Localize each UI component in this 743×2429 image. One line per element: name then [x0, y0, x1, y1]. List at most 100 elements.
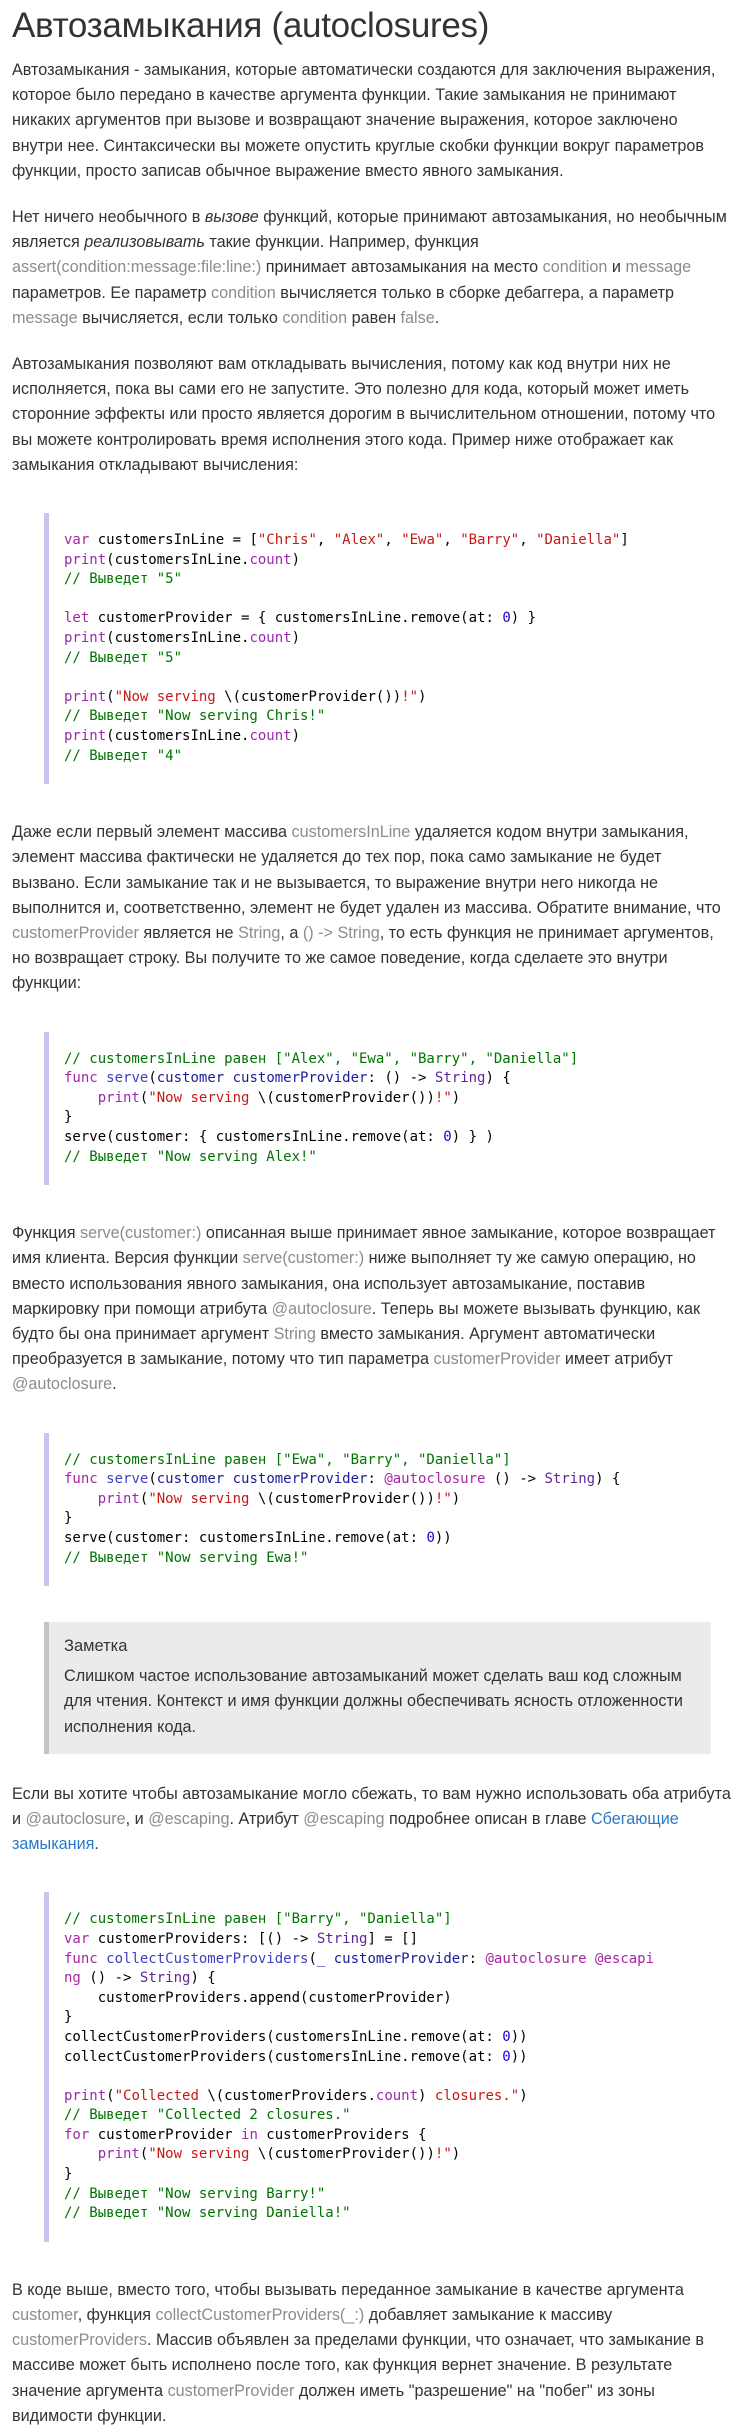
code-token: )	[291, 551, 301, 568]
inline-code: condition	[210, 283, 276, 302]
inline-code: String	[273, 1324, 316, 1343]
code-line: var customersInLine = ["Chris", "Alex", …	[64, 532, 629, 548]
code-token: func	[64, 1950, 98, 1967]
code-token: in	[241, 2126, 258, 2143]
code-token: ))	[510, 2028, 528, 2045]
note-wrapper: Заметка Слишком частое использование авт…	[12, 1622, 731, 1754]
code-token: count	[249, 630, 292, 647]
code-token: )	[451, 1490, 461, 1507]
code-line: print("Now serving \(customerProvider())…	[64, 1090, 460, 1106]
code-token: !"	[434, 1490, 452, 1507]
code-token: ))	[434, 1529, 452, 1546]
code-line: print("Collected \(customerProviders.cou…	[64, 2088, 528, 2104]
code-token: count	[249, 551, 292, 568]
inline-code: String	[238, 923, 281, 942]
code-block-3-wrapper: // customersInLine равен ["Ewa", "Barry"…	[12, 1419, 731, 1603]
code-token: // Выведет "Now serving Ewa!"	[64, 1549, 309, 1566]
inline-code: customerProvider	[12, 923, 139, 942]
inline-code: customerProvider	[167, 2381, 295, 2400]
code-token: ,	[519, 532, 537, 549]
code-token: _ customerProvider	[316, 1950, 469, 1967]
code-token: count	[375, 2087, 419, 2104]
code-token: (	[148, 1070, 157, 1087]
code-token: "Now serving	[148, 1490, 258, 1507]
code-token: 0	[443, 1128, 452, 1145]
code-token: var	[64, 532, 90, 549]
code-token: print	[64, 2087, 107, 2104]
paragraph-autoclosure-attr: Функция serve(customer:) описанная выше …	[12, 1224, 716, 1394]
inline-code: serve(customer:)	[242, 1249, 365, 1268]
inline-code: @escaping	[148, 1809, 230, 1828]
code-line: // Выведет "Now serving Daniella!"	[64, 2205, 351, 2221]
code-token: collectCustomerProviders(customersInLine…	[64, 2048, 503, 2065]
code-token: customerProviders {	[257, 2126, 427, 2143]
code-token: "Now serving	[148, 2146, 258, 2163]
inline-code: false	[400, 308, 435, 327]
code-token: "Chris"	[257, 532, 317, 549]
code-token: !"	[434, 2146, 452, 2163]
code-token: serve(customer: { customersInLine.remove…	[64, 1128, 444, 1145]
code-line: // customersInLine равен ["Ewa", "Barry"…	[64, 1452, 511, 1468]
code-line: // Выведет "5"	[64, 571, 182, 587]
code-token: ,	[443, 532, 461, 549]
code-token: // Выведет "4"	[64, 747, 183, 764]
code-token: ]	[620, 532, 629, 549]
code-token: }	[64, 2166, 73, 2183]
code-token: // Выведет "5"	[64, 571, 183, 588]
code-token: serve(customer: customersInLine.remove(a…	[64, 1529, 427, 1546]
code-token: count	[249, 727, 292, 744]
code-token: closures."	[426, 2087, 520, 2104]
code-token: (	[106, 2087, 115, 2104]
code-token: 0	[502, 2028, 511, 2045]
code-token: "Alex"	[333, 532, 385, 549]
code-token: (	[308, 1950, 317, 1967]
code-token: \(customerProvider())	[257, 2146, 435, 2163]
code-block-2[interactable]: // customersInLine равен ["Alex", "Ewa",…	[44, 1031, 711, 1186]
code-token: serve	[106, 1070, 149, 1087]
code-token: \(customerProviders.	[207, 2087, 376, 2104]
code-line: var customerProviders: [() -> String] = …	[64, 1931, 418, 1947]
code-token: () ->	[80, 1970, 140, 1987]
inline-code: @autoclosure	[271, 1299, 372, 1318]
code-block-1[interactable]: var customersInLine = ["Chris", "Alex", …	[44, 513, 711, 785]
code-token: 0	[426, 1529, 435, 1546]
code-line: print("Now serving \(customerProvider())…	[64, 2146, 460, 2162]
code-token: let	[64, 610, 90, 627]
code-token: // Выведет "Now serving Barry!"	[64, 2185, 326, 2202]
code-token: @autoclosure @escapi	[485, 1950, 655, 1967]
code-line: // Выведет "Collected 2 closures."	[64, 2107, 351, 2123]
code-token: // Выведет "5"	[64, 649, 183, 666]
code-token: : () ->	[367, 1070, 435, 1087]
code-token: customer customerProvider	[156, 1070, 368, 1087]
code-token: "Ewa"	[401, 532, 444, 549]
note-box: Заметка Слишком частое использование авт…	[44, 1622, 711, 1754]
code-line: }	[64, 2009, 72, 2025]
code-token: ) {	[190, 1970, 216, 1987]
paragraph-intro: Автозамыкания - замыкания, которые автом…	[12, 61, 716, 180]
inline-code: serve(customer:)	[80, 1224, 202, 1243]
page-title: Автозамыкания (autoclosures)	[12, 6, 490, 45]
inline-code: condition	[542, 258, 608, 277]
code-block-3[interactable]: // customersInLine равен ["Ewa", "Barry"…	[44, 1432, 711, 1587]
code-token: func	[64, 1471, 98, 1488]
code-line: // Выведет "Now serving Chris!"	[64, 708, 325, 724]
code-block-2-wrapper: // customersInLine равен ["Alex", "Ewa",…	[12, 1018, 731, 1202]
code-token: customersInLine = [	[89, 532, 258, 549]
code-line: }	[64, 2166, 72, 2182]
code-token: !"	[434, 1089, 452, 1106]
code-token: // customersInLine равен ["Barry", "Dani…	[64, 1911, 452, 1928]
code-token: "Now serving	[148, 1089, 258, 1106]
code-block-4[interactable]: // customersInLine равен ["Barry", "Dani…	[44, 1892, 711, 2242]
code-line: // Выведет "Now serving Alex!"	[64, 1149, 317, 1165]
code-token: ) {	[485, 1070, 511, 1087]
inline-code: message	[12, 308, 78, 327]
code-line: }	[64, 1510, 72, 1526]
code-line: ng () -> String) {	[64, 1970, 216, 1986]
code-line: func serve(customer customerProvider: @a…	[64, 1471, 620, 1487]
code-line: // customersInLine равен ["Alex", "Ewa",…	[64, 1051, 578, 1067]
